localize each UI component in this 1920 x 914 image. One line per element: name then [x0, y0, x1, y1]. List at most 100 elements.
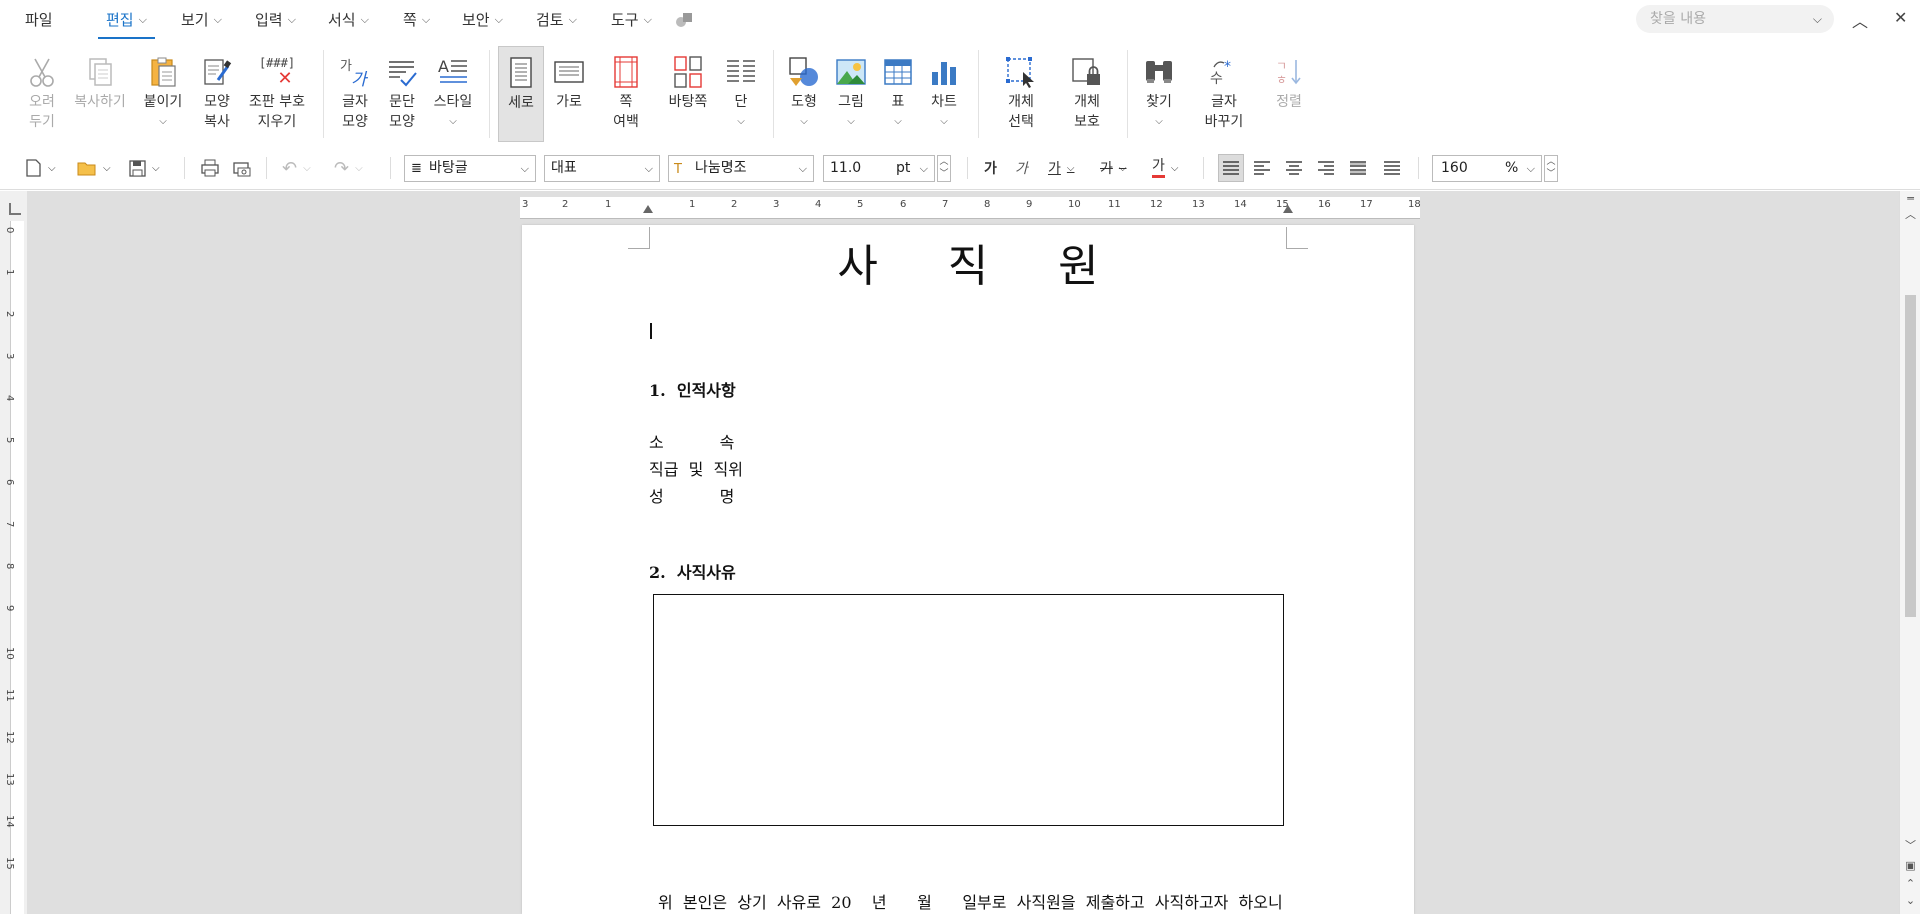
columns-button[interactable]: 단 ⌵	[722, 46, 760, 132]
print-button[interactable]	[200, 155, 220, 181]
clear-codes-button[interactable]: [###] ✕ 조판 부호 지우기	[244, 46, 310, 132]
h-ruler-label: 7	[942, 199, 949, 210]
sort-button[interactable]: ㄱㅎ 정렬	[1270, 46, 1308, 112]
align-right-button[interactable]	[1318, 155, 1334, 181]
object-protect-label-2: 보호	[1074, 114, 1100, 130]
chevron-up-icon[interactable]: ︿	[1900, 207, 1920, 223]
redo-button[interactable]: ↷ ⌵	[334, 155, 363, 181]
save-document-button[interactable]: ⌵	[128, 155, 160, 181]
resignation-reason-box[interactable]	[653, 594, 1284, 826]
format-copy-button[interactable]: 모양 복사	[196, 46, 238, 132]
zoom-input[interactable]: 160% ⌵	[1432, 155, 1542, 182]
v-ruler-label: 15	[4, 857, 15, 870]
background-page-button[interactable]: 바탕쪽	[662, 46, 714, 112]
font-select[interactable]: T 나눔명조 ⌵	[668, 155, 814, 182]
char-shape-button[interactable]: 가가 글자 모양	[334, 46, 376, 132]
vertical-scrollbar[interactable]: ═ ︿ ﹀ ▣ ⌃ ⌄	[1899, 191, 1920, 914]
document-workspace: 0 1 2 3 4 5 6 7 8 9 10 11 12 13 14 15 3 …	[0, 191, 1920, 914]
align-left-button[interactable]	[1254, 155, 1270, 181]
menu-tab-label: 검토	[536, 11, 564, 29]
svg-text:가: 가	[351, 70, 369, 88]
page-margin-icon	[609, 54, 643, 90]
picture-button[interactable]: 그림 ⌵	[830, 46, 872, 132]
paste-button[interactable]: 붙이기 ⌵	[140, 46, 186, 132]
toolbar-divider	[967, 157, 968, 179]
previous-page-icon[interactable]: ⌃	[1900, 876, 1920, 892]
menu-tab-insert[interactable]: 입력 ⌵	[255, 0, 296, 40]
page-view-icon[interactable]: ▣	[1900, 858, 1920, 874]
font-size-input[interactable]: 11.0 pt ⌵	[823, 155, 935, 182]
bold-button[interactable]: 가	[984, 155, 997, 181]
close-icon[interactable]: ✕	[1894, 8, 1907, 27]
align-justify-button[interactable]	[1218, 154, 1244, 182]
left-indent-marker[interactable]	[643, 205, 653, 213]
chevron-down-icon: ⌵	[421, 13, 431, 26]
ruler-corner-icon	[9, 203, 21, 215]
menu-tab-page[interactable]: 쪽 ⌵	[403, 0, 430, 40]
scroll-split-icon[interactable]: ═	[1900, 191, 1920, 207]
underline-button[interactable]: 가 ⌵	[1048, 155, 1074, 181]
replace-char-button[interactable]: 수 * 글자 바꾸기	[1196, 46, 1252, 132]
svg-text:수: 수	[1210, 71, 1223, 87]
clear-codes-icon: [###] ✕	[252, 54, 302, 90]
next-page-icon[interactable]: ⌄	[1900, 893, 1920, 909]
shapes-palette-icon[interactable]	[674, 11, 694, 29]
right-indent-marker[interactable]	[1283, 205, 1293, 213]
document-page[interactable]: 사 직 원 1. 인적사항 소 속 직급 및 직위 성 명 2. 사직사유 위 …	[522, 225, 1414, 914]
chevron-down-icon: ⌵	[449, 116, 457, 127]
ribbon-divider	[1127, 50, 1128, 138]
replace-char-label: 글자	[1211, 94, 1237, 110]
shape-button[interactable]: 도형 ⌵	[782, 46, 826, 132]
landscape-button[interactable]: 가로	[548, 46, 590, 112]
cut-button[interactable]: 오려 두기	[20, 46, 64, 132]
para-shape-button[interactable]: 문단 모양	[381, 46, 423, 132]
style-select[interactable]: ≣ 바탕글 ⌵	[404, 155, 536, 182]
font-size-stepper[interactable]: ︿ ﹀	[937, 155, 951, 182]
open-document-button[interactable]: ⌵	[76, 155, 111, 181]
object-select-button[interactable]: 개체 선택	[998, 46, 1044, 132]
object-protect-button[interactable]: 개체 보호	[1064, 46, 1110, 132]
chevron-down-icon: ﹀	[1546, 169, 1556, 179]
distribute-button[interactable]	[1350, 155, 1366, 181]
menu-tab-review[interactable]: 검토 ⌵	[536, 0, 577, 40]
table-button[interactable]: 표 ⌵	[880, 46, 916, 132]
copy-button[interactable]: 복사하기	[70, 46, 130, 112]
menu-tab-tools[interactable]: 도구 ⌵	[611, 0, 652, 40]
language-select[interactable]: 대표 ⌵	[544, 155, 660, 182]
resignation-statement: 위 본인은 상기 사유로 20 년 월 일부로 사직원을 제출하고 사직하고자 …	[658, 893, 1283, 912]
scrollbar-thumb[interactable]	[1905, 295, 1916, 617]
chart-button[interactable]: 차트 ⌵	[924, 46, 964, 132]
char-shape-label-2: 모양	[342, 114, 368, 130]
new-document-button[interactable]: ⌵	[24, 155, 56, 181]
chevron-down-icon: ⌵	[48, 162, 56, 174]
align-center-button[interactable]	[1286, 155, 1302, 181]
chevron-down-icon[interactable]: ﹀	[1900, 838, 1920, 854]
menu-tab-label: 입력	[255, 11, 283, 29]
zoom-stepper[interactable]: ︿ ﹀	[1544, 155, 1558, 182]
find-button[interactable]: 찾기 ⌵	[1140, 46, 1178, 132]
font-color-button[interactable]: 가 ⌵	[1152, 155, 1178, 181]
search-input[interactable]: 찾을 내용 ⌵	[1636, 5, 1834, 33]
menu-file[interactable]: 파일	[25, 0, 53, 40]
strikethrough-button[interactable]: 가 ⌵	[1100, 155, 1126, 181]
sort-label: 정렬	[1276, 94, 1302, 110]
horizontal-ruler: 3 2 1 1 2 3 4 5 6 7 8 9 10 11 12 13 14 1…	[520, 197, 1421, 219]
italic-button[interactable]: 가	[1015, 155, 1028, 181]
chevron-down-icon: ⌵	[568, 13, 577, 26]
portrait-button[interactable]: 세로	[498, 46, 544, 142]
menu-tab-edit[interactable]: 편집 ⌵	[98, 0, 155, 40]
chevron-down-icon: ⌵	[847, 116, 855, 127]
menu-tab-format[interactable]: 서식 ⌵	[328, 0, 369, 40]
undo-button[interactable]: ↶ ⌵	[282, 155, 311, 181]
menu-tab-view[interactable]: 보기 ⌵	[181, 0, 222, 40]
undo-icon: ↶	[282, 157, 298, 179]
menu-tab-security[interactable]: 보안 ⌵	[462, 0, 503, 40]
text-cursor	[650, 323, 652, 339]
page-margin-button[interactable]: 쪽 여백	[602, 46, 650, 132]
divide-button[interactable]	[1384, 155, 1400, 181]
collapse-ribbon-icon[interactable]: ︿	[1852, 8, 1868, 32]
chevron-down-icon: ⌵	[940, 116, 948, 127]
print-preview-button[interactable]	[232, 155, 252, 181]
v-ruler-label: 1	[4, 269, 15, 276]
style-button[interactable]: A 스타일 ⌵	[428, 46, 478, 132]
